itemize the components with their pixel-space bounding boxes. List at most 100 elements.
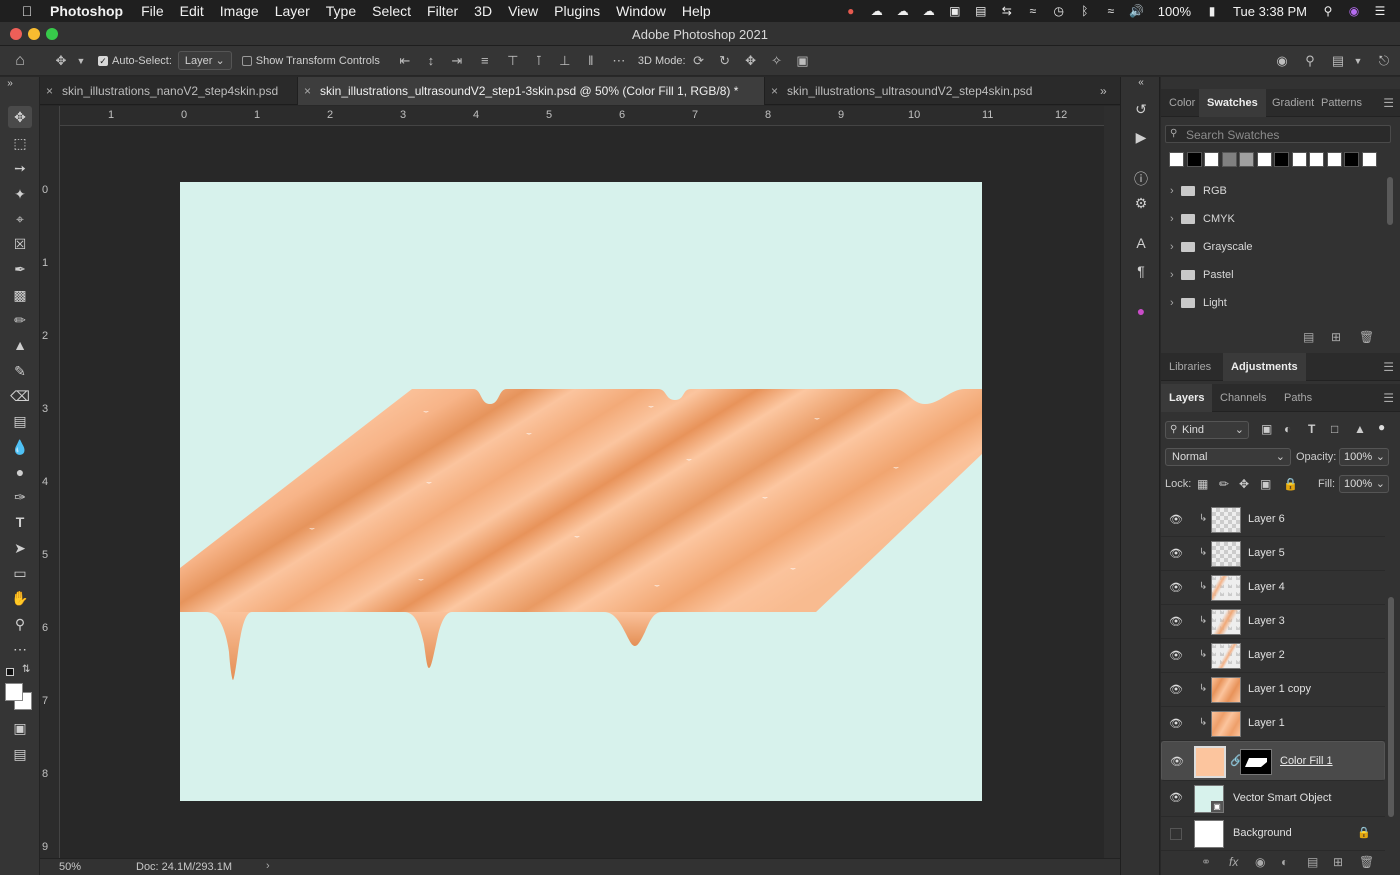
swatch-group-grayscale[interactable]: › Grayscale [1161,234,1381,262]
close-tab-icon[interactable]: × [771,77,778,105]
zoom-tool-icon[interactable]: ⚲ [8,613,32,635]
canvas-vertical-scrollbar[interactable] [1104,106,1120,858]
swatch-group-cmyk[interactable]: › CMYK [1161,206,1381,234]
layer-row[interactable]: 👁 ↳ Layer 2 [1161,639,1385,673]
visibility-eye-icon[interactable]: 👁 [1169,513,1183,526]
3d-roll-icon[interactable]: ↻ [712,53,738,69]
lasso-tool-icon[interactable]: ➙ [8,157,32,179]
control-center-icon[interactable]: ☰ [1370,4,1390,18]
document-tab[interactable]: × skin_illustrations_nanoV2_step4skin.ps… [40,77,298,105]
share-user-icon[interactable]: ◉ [1272,53,1292,69]
brush-tool-icon[interactable]: ✏ [8,309,32,331]
edit-toolbar-icon[interactable]: ⋯ [8,638,32,660]
visibility-eye-icon[interactable]: 👁 [1169,791,1183,804]
layer-row[interactable]: 👁 ↳ Layer 4 [1161,571,1385,605]
menu-file[interactable]: File [141,3,164,19]
add-layer-style-icon[interactable]: fx [1229,855,1238,869]
panel-menu-icon[interactable]: ☰ [1383,384,1394,412]
new-group-icon[interactable]: ▤ [1303,330,1314,344]
healing-brush-tool-icon[interactable]: ▩ [8,284,32,306]
pen-tool-icon[interactable]: ✑ [8,486,32,508]
paragraph-icon[interactable]: ¶ [1131,263,1151,279]
quick-mask-icon[interactable]: ▣ [8,717,32,739]
move-tool-preset-icon[interactable]: ✥ [48,53,74,69]
distribute-vertical-icon[interactable]: ‖ [578,53,604,68]
chevron-down-icon[interactable]: ▼ [74,56,88,66]
add-mask-icon[interactable]: ◉ [1255,855,1265,869]
document-canvas[interactable] [180,182,982,801]
align-bottom-icon[interactable]: ⊥ [552,53,578,69]
swatch-group-pastel[interactable]: › Pastel [1161,262,1381,290]
lock-all-icon[interactable]: 🔒 [1283,477,1298,491]
apple-menu-icon[interactable]:  [18,3,36,19]
tab-channels[interactable]: Channels [1212,384,1274,412]
align-left-icon[interactable]: ⇤ [392,53,418,69]
align-right-icon[interactable]: ⇥ [444,53,470,69]
3d-camera-icon[interactable]: ▣ [790,53,816,69]
menu-select[interactable]: Select [372,3,411,19]
volume-icon[interactable]: 🔊 [1127,4,1147,18]
lock-transparent-icon[interactable]: ▦ [1197,477,1208,491]
recent-swatch[interactable] [1239,152,1254,167]
distribute-icon[interactable]: ≡ [470,53,500,68]
layer-filter-kind-dropdown[interactable]: ⚲ Kind ⌄ [1165,421,1249,439]
siri-icon[interactable]: ◉ [1344,4,1364,18]
zoom-level[interactable]: 50% [59,861,81,873]
visibility-eye-icon[interactable]: 👁 [1169,547,1183,560]
hand-tool-icon[interactable]: ✋ [8,587,32,609]
recent-swatch[interactable] [1309,152,1324,167]
filter-toggle-icon[interactable]: ● [1378,420,1385,434]
recent-swatch[interactable] [1186,152,1202,167]
layer-row[interactable]: 👁 ↳ Layer 6 [1161,503,1385,537]
visibility-eye-icon[interactable]: 👁 [1169,615,1183,628]
blur-tool-icon[interactable]: 💧 [8,436,32,458]
new-layer-icon[interactable]: ⊞ [1333,855,1343,869]
close-tab-icon[interactable]: × [304,77,311,105]
document-tab[interactable]: × skin_illustrations_ultrasoundV2_step4s… [765,77,1081,105]
show-transform-controls-checkbox[interactable]: Show Transform Controls [241,55,380,67]
crop-tool-icon[interactable]: ⌖ [8,208,32,230]
recent-swatch[interactable] [1344,152,1359,167]
drive-icon[interactable]: ▤ [971,4,991,18]
search-icon[interactable]: ⚲ [1300,53,1320,69]
swatches-scrollbar[interactable] [1387,177,1393,225]
gradient-tool-icon[interactable]: ▤ [8,410,32,432]
layer-row[interactable]: Background 🔒 [1161,817,1385,851]
app-menu[interactable]: Photoshop [50,3,123,19]
recent-swatch[interactable] [1361,152,1377,167]
layer-mask-thumbnail[interactable] [1240,749,1272,775]
lock-position-icon[interactable]: ✥ [1239,477,1249,491]
layer-row[interactable]: 👁 ▣ Vector Smart Object [1161,781,1385,817]
link-layers-icon[interactable]: ⚭ [1201,855,1211,869]
default-colors-icon[interactable] [6,668,14,676]
blend-mode-dropdown[interactable]: Normal ⌄ [1165,448,1291,466]
eyedropper-tool-icon[interactable]: ✒ [8,258,32,280]
recent-swatch[interactable] [1221,152,1237,167]
visibility-eye-icon[interactable]: 👁 [1169,717,1183,730]
tab-layers[interactable]: Layers [1161,384,1213,412]
recent-swatch[interactable] [1326,152,1342,167]
creative-cloud-icon[interactable]: ● [841,4,861,18]
menu-3d[interactable]: 3D [474,3,492,19]
recent-swatch[interactable] [1291,152,1307,167]
swatch-group-light[interactable]: › Light [1161,290,1381,318]
menu-layer[interactable]: Layer [275,3,310,19]
vertical-ruler[interactable]: 0 1 2 3 4 5 6 7 8 9 [40,106,60,858]
visibility-eye-icon[interactable]: 👁 [1169,649,1183,662]
delete-swatch-icon[interactable]: 🗑 [1359,330,1374,344]
swatch-group-rgb[interactable]: › RGB [1161,178,1381,206]
recent-swatch[interactable] [1256,152,1272,167]
info-icon[interactable]: ⓘ [1131,169,1151,189]
marquee-tool-icon[interactable]: ⬚ [8,132,32,154]
new-adjustment-layer-icon[interactable]: ◐ [1281,855,1288,869]
3d-icon[interactable]: ● [1131,303,1151,319]
auto-select-checkbox[interactable]: ✓ Auto-Select: [98,55,172,67]
document-tab-active[interactable]: × skin_illustrations_ultrasoundV2_step1-… [298,77,765,105]
lock-artboard-icon[interactable]: ▣ [1260,477,1271,491]
bluetooth-icon[interactable]: ᛒ [1075,4,1095,18]
path-selection-tool-icon[interactable]: ➤ [8,537,32,559]
clone-stamp-tool-icon[interactable]: ▲ [8,334,32,356]
3d-orbit-icon[interactable]: ⟳ [686,53,712,69]
auto-select-target-dropdown[interactable]: Layer ⌄ [177,51,232,70]
new-swatch-icon[interactable]: ⊞ [1331,330,1341,344]
